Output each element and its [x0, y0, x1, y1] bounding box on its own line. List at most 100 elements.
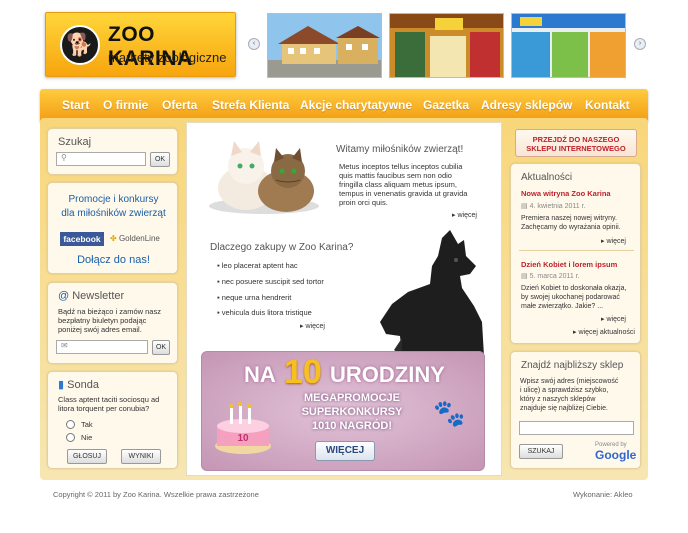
store-finder-title: Znajdź najbliższy sklep	[521, 360, 624, 371]
poll-option-tak-radio[interactable]	[66, 420, 75, 429]
nav-start[interactable]: Start	[62, 98, 89, 112]
cake-topper-number: 10	[237, 433, 249, 444]
news-title: Aktualności	[521, 172, 573, 183]
promo-box: Promocje i konkursy dla miłośników zwier…	[47, 182, 178, 274]
news-item-title[interactable]: Dzień Kobiet i lorem ipsum	[521, 260, 617, 269]
facebook-button[interactable]: facebook	[60, 232, 104, 246]
news-all-link[interactable]: ▸ więcej aktualności	[573, 328, 635, 336]
online-shop-line2: SKLEPU INTERNETOWEGO	[526, 144, 626, 153]
why-item: ▪ nec posuere suscipit sed tortor	[217, 277, 324, 286]
store-finder-box: Znajdź najbliższy sklep Wpisz swój adres…	[510, 351, 641, 469]
calendar-icon: ▤	[521, 273, 528, 280]
carousel-photo-store-entrance[interactable]	[389, 13, 504, 78]
banner-line2: SUPERKONKURSY	[301, 406, 403, 418]
search-ok-button[interactable]: OK	[150, 152, 170, 167]
news-item-more-link[interactable]: ▸ więcej	[601, 315, 626, 323]
promo-title-line2: dla miłośników zwierząt	[61, 208, 166, 219]
poll-option-nie-label: Nie	[81, 433, 93, 442]
promo-join-link[interactable]: Dołącz do nas!	[48, 254, 179, 266]
banner-na: NA	[244, 362, 276, 387]
logo[interactable]: 🐕 ZOO KARINA markety zoologiczne	[45, 12, 236, 77]
why-item-text: leo placerat aptent hac	[221, 261, 298, 270]
store-finder-text-line4: znajduje się najbliżej Ciebie.	[520, 405, 608, 412]
nav-akcje-charytatywne[interactable]: Akcje charytatywne	[300, 98, 412, 112]
store-finder-address-input[interactable]	[519, 421, 634, 435]
news-item-more-label: więcej	[606, 316, 626, 323]
bar-chart-icon: ▮	[58, 379, 65, 391]
calendar-icon: ▤	[521, 203, 528, 210]
welcome-title: Witamy miłośników zwierząt!	[336, 144, 464, 155]
newsletter-email-input[interactable]: ✉	[56, 340, 148, 354]
banner-more-button[interactable]: WIĘCEJ	[315, 441, 375, 461]
news-item-date-text: 5. marca 2011 r.	[529, 273, 580, 280]
news-box: Aktualności Nowa witryna Zoo Karina ▤ 4.…	[510, 163, 641, 344]
news-item-more-link[interactable]: ▸ więcej	[601, 237, 626, 245]
welcome-text-line5: proin orci quis.	[339, 198, 388, 207]
kittens-image	[204, 136, 324, 216]
birthday-cake-icon: 10	[212, 396, 274, 456]
news-item-text-line3: małe zwierzątko. Jakie? ...	[521, 303, 604, 310]
news-item-date-text: 4. kwietnia 2011 r.	[529, 203, 586, 210]
arrow-right-icon: ▸	[573, 329, 577, 336]
carousel-photo-store-shelves[interactable]	[511, 13, 626, 78]
news-item-text-line2: Zachęcamy do wyrażania opinii.	[521, 224, 621, 231]
poll-title: ▮ Sonda	[58, 378, 99, 391]
arrow-right-icon: ▸	[601, 238, 605, 245]
newsletter-ok-button[interactable]: OK	[152, 340, 170, 355]
newsletter-title-text: Newsletter	[72, 290, 125, 302]
carousel-next-icon[interactable]: ›	[634, 38, 646, 50]
newsletter-box: @ Newsletter Bądź na bieżąco i zamów nas…	[47, 282, 178, 364]
news-divider	[519, 250, 634, 251]
search-icon: ⚲	[61, 153, 67, 162]
poll-option-tak-label: Tak	[81, 420, 93, 429]
nav-adresy-sklepow[interactable]: Adresy sklepów	[481, 98, 572, 112]
news-item-date: ▤ 5. marca 2011 r.	[521, 272, 580, 280]
carousel-prev-icon[interactable]: ‹	[248, 38, 260, 50]
logo-tagline: markety zoologiczne	[108, 50, 227, 65]
why-more-label: więcej	[305, 323, 325, 330]
online-shop-line1: PRZEJDŹ DO NASZEGO	[532, 135, 620, 144]
poll-results-button[interactable]: WYNIKI	[121, 449, 161, 464]
nav-oferta[interactable]: Oferta	[162, 98, 197, 112]
news-item-title[interactable]: Nowa witryna Zoo Karina	[521, 189, 611, 198]
nav-strefa-klienta[interactable]: Strefa Klienta	[212, 98, 289, 112]
why-item: ▪ neque urna hendrerit	[217, 293, 292, 302]
poll-option-nie-radio[interactable]	[66, 433, 75, 442]
paw-print-icon: 🐾	[433, 398, 466, 428]
why-item-text: neque urna hendrerit	[221, 293, 292, 302]
store-finder-search-button[interactable]: SZUKAJ	[519, 444, 563, 459]
search-box: Szukaj ⚲ OK	[47, 128, 178, 175]
nav-kontakt[interactable]: Kontakt	[585, 98, 630, 112]
carousel-photo-store-building[interactable]	[267, 13, 382, 78]
poll-question-line2: litora torquent per conubia?	[58, 404, 150, 413]
goldenline-icon: ✤	[110, 234, 117, 243]
poll-vote-button[interactable]: GŁOSUJ	[67, 449, 107, 464]
envelope-icon: ✉	[61, 341, 68, 350]
footer-credit[interactable]: Wykonanie: Akleo	[573, 490, 633, 499]
online-shop-button[interactable]: PRZEJDŹ DO NASZEGO SKLEPU INTERNETOWEGO	[515, 129, 637, 157]
why-title: Dlaczego zakupy w Zoo Karina?	[210, 242, 354, 253]
why-list: ▪ leo placerat aptent hac ▪ nec posuere …	[207, 256, 357, 336]
goldenline-button[interactable]: ✤ GoldenLine	[110, 234, 160, 243]
banner-urodziny: URODZINY	[330, 362, 445, 387]
welcome-more-link[interactable]: ▸ więcej	[452, 211, 477, 219]
footer-copyright: Copyright © 2011 by Zoo Karina. Wszelkie…	[53, 490, 259, 499]
nav-o-firmie[interactable]: O firmie	[103, 98, 148, 112]
news-item-more-label: więcej	[606, 238, 626, 245]
goldenline-label: GoldenLine	[118, 234, 160, 243]
arrow-right-icon: ▸	[300, 323, 304, 330]
scottish-terrier-image	[372, 226, 490, 356]
newsletter-text-line3: poniżej swój adres email.	[58, 325, 142, 334]
banner-number: 10	[284, 353, 322, 391]
nav-gazetka[interactable]: Gazetka	[423, 98, 469, 112]
scottish-terrier-logo-icon: 🐕	[60, 25, 100, 65]
search-input[interactable]: ⚲	[56, 152, 146, 166]
why-more-link[interactable]: ▸ więcej	[300, 322, 325, 330]
birthday-promo-banner[interactable]: NA 10 URODZINY MEGAPROMOCJE SUPERKONKURS…	[201, 351, 485, 471]
arrow-right-icon: ▸	[601, 316, 605, 323]
google-logo: Google	[595, 448, 637, 462]
promo-title-line1: Promocje i konkursy	[68, 194, 159, 205]
news-item-date: ▤ 4. kwietnia 2011 r.	[521, 202, 585, 210]
poll-box: ▮ Sonda Class aptent taciti sociosqu ad …	[47, 371, 178, 469]
search-title: Szukaj	[58, 136, 92, 148]
